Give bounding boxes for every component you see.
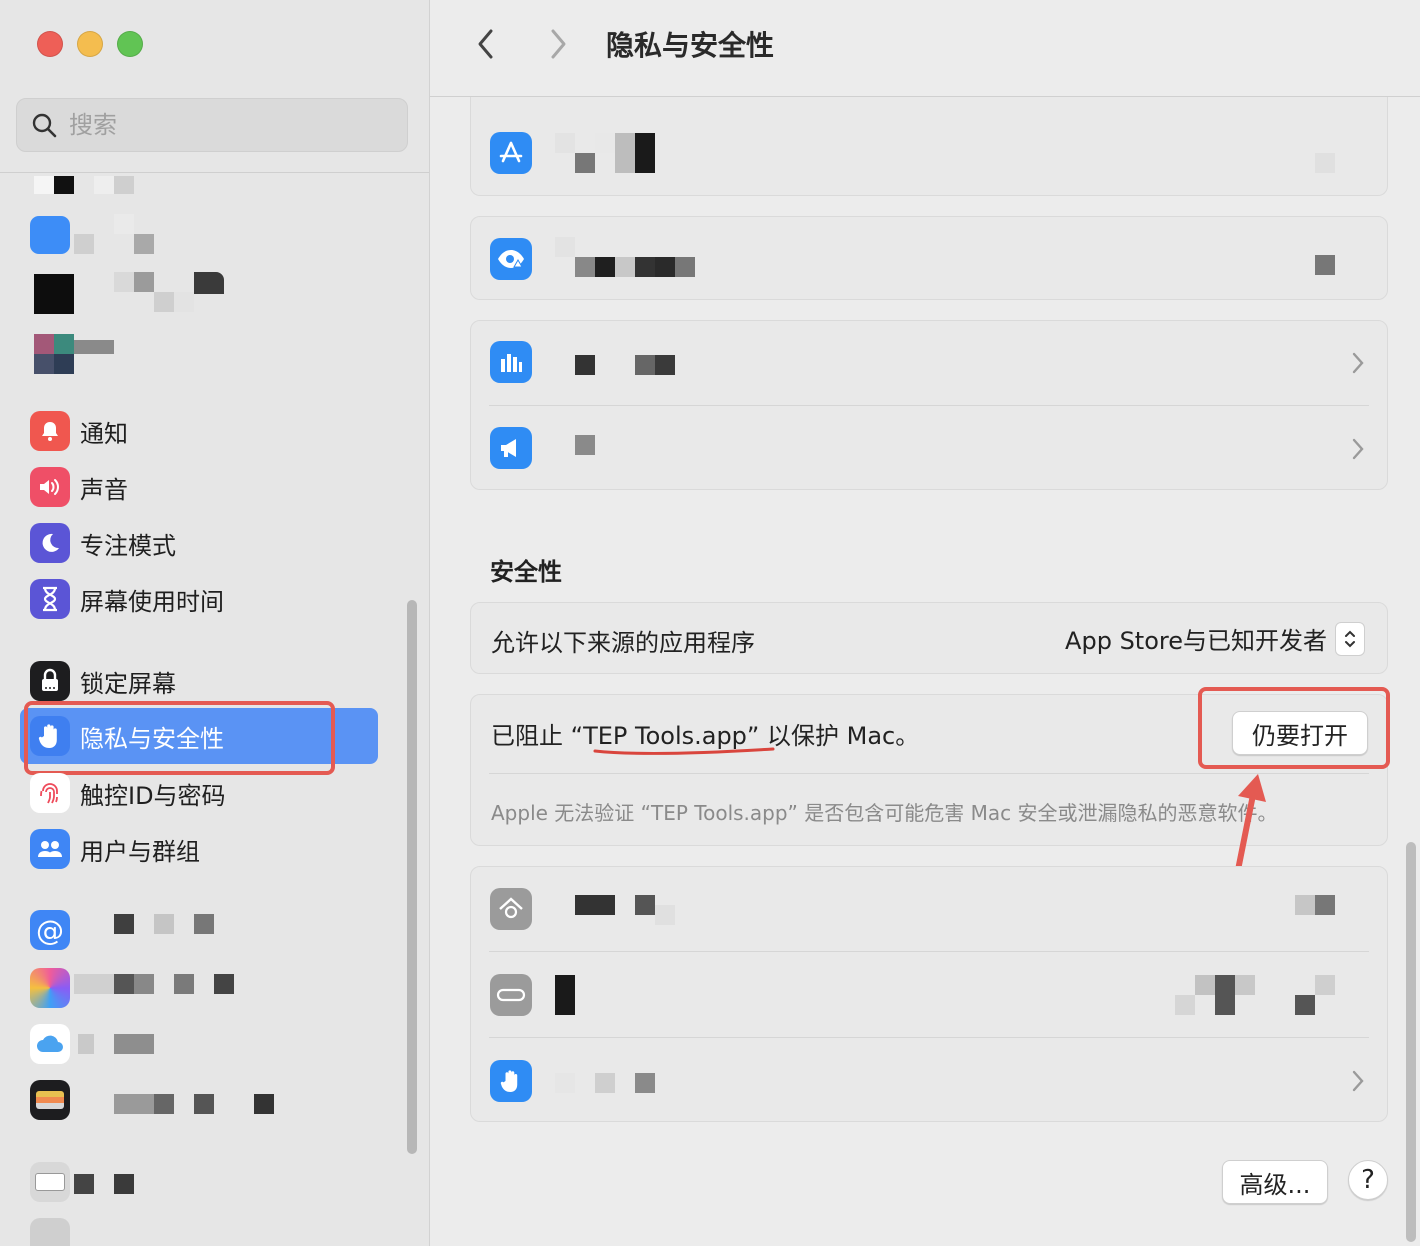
redacted-sidebar-item[interactable]: [30, 214, 160, 254]
row-divider: [489, 1037, 1369, 1038]
speaker-icon: [30, 467, 70, 507]
battery-icon: [490, 974, 532, 1016]
redacted-label: [555, 343, 695, 383]
sidebar-item-label: 隐私与安全性: [80, 724, 224, 753]
moon-icon: [30, 523, 70, 563]
sidebar-item-label: 屏幕使用时间: [80, 587, 224, 616]
sidebar-item-touch-id[interactable]: 触控ID与密码: [30, 771, 226, 815]
zoom-window-button[interactable]: [117, 31, 143, 57]
redacted-sidebar-item[interactable]: [30, 1216, 80, 1246]
redacted-label: [575, 895, 675, 925]
chevron-left-icon: [478, 29, 493, 59]
at-sign-icon: @: [30, 910, 70, 950]
allow-apps-popup[interactable]: App Store与已知开发者: [1065, 621, 1365, 656]
chevron-right-icon: [1352, 1070, 1364, 1092]
underline-annotation: [593, 747, 775, 755]
sidebar-item-privacy-security[interactable]: 隐私与安全性: [20, 708, 378, 764]
sidebar-item-sound[interactable]: 声音: [30, 465, 128, 509]
display-brightness-icon: [30, 216, 70, 254]
sidebar: 通知 声音 专注模式 屏幕使用时间 锁定屏幕 隐私与安全性 触控: [0, 0, 430, 1246]
eye-warning-icon: [490, 238, 532, 280]
redacted-sidebar-item[interactable]: [30, 1022, 170, 1066]
allow-apps-label: 允许以下来源的应用程序: [491, 629, 755, 657]
chevron-right-icon: [551, 29, 566, 59]
main-scrollbar[interactable]: [1406, 842, 1416, 1242]
allow-apps-value: App Store与已知开发者: [1065, 627, 1327, 655]
sidebar-item-label: 用户与群组: [80, 837, 200, 866]
window-controls: [37, 31, 143, 57]
redacted-label: [555, 975, 575, 1015]
fingerprint-icon: [30, 773, 70, 813]
redacted-sidebar-item[interactable]: [30, 1078, 280, 1122]
blocked-prefix: 已阻止 “: [491, 722, 584, 750]
sidebar-item-label: 声音: [80, 475, 128, 504]
redacted-value: [1295, 895, 1335, 915]
back-button[interactable]: [468, 26, 504, 62]
advanced-button[interactable]: 高级...: [1222, 1160, 1328, 1204]
sidebar-item-notifications[interactable]: 通知: [30, 409, 128, 453]
redacted-label: [555, 1063, 655, 1103]
redacted-settings-card: [470, 320, 1388, 490]
redacted-label: [575, 435, 595, 455]
megaphone-icon: [490, 427, 532, 469]
sidebar-item-focus[interactable]: 专注模式: [30, 521, 176, 565]
bar-chart-icon: [490, 341, 532, 383]
minimize-window-button[interactable]: [77, 31, 103, 57]
redacted-sidebar-item[interactable]: [30, 966, 250, 1010]
sidebar-item-screen-time[interactable]: 屏幕使用时间: [30, 577, 224, 621]
hourglass-icon: [30, 579, 70, 619]
redacted-sidebar-item[interactable]: [34, 176, 134, 194]
close-window-button[interactable]: [37, 31, 63, 57]
redacted-sidebar-item[interactable]: [30, 1160, 150, 1204]
redacted-sidebar-item[interactable]: [30, 272, 230, 314]
toolbar: 隐私与安全性: [430, 0, 1420, 97]
allow-apps-card: 允许以下来源的应用程序 App Store与已知开发者: [470, 602, 1388, 674]
bell-icon: [30, 411, 70, 451]
users-icon: [30, 829, 70, 869]
hand-icon: [30, 716, 70, 756]
redacted-sidebar-item[interactable]: [30, 334, 120, 374]
home-gear-icon: [490, 888, 532, 930]
sidebar-scrollbar[interactable]: [407, 600, 417, 1154]
redacted-settings-card: [470, 97, 1388, 196]
redacted-sidebar-item[interactable]: @: [30, 908, 230, 952]
sidebar-item-label: 触控ID与密码: [80, 781, 226, 810]
updown-chevron-icon: [1335, 621, 1365, 656]
redacted-settings-card: [470, 866, 1388, 1122]
help-button[interactable]: ?: [1348, 1160, 1388, 1200]
sidebar-item-label: 专注模式: [80, 531, 176, 560]
redacted-label: [555, 133, 655, 173]
redacted-label: [555, 237, 695, 277]
sidebar-item-label: 锁定屏幕: [80, 669, 176, 698]
section-title-security: 安全性: [490, 558, 562, 586]
redacted-settings-card: [470, 216, 1388, 300]
main-pane: 隐私与安全性 安全性 允许以下来源的应用程序 App Store与已知开发者 已…: [430, 0, 1420, 1246]
search-divider: [0, 172, 429, 173]
hand-icon: [490, 1060, 532, 1102]
redacted-value: [1175, 975, 1335, 1015]
forward-button[interactable]: [540, 26, 576, 62]
lock-icon: [30, 661, 70, 701]
wallet-icon: [30, 1080, 70, 1120]
sidebar-item-users-groups[interactable]: 用户与群组: [30, 827, 200, 871]
redacted-value: [1315, 153, 1335, 173]
redacted-value: [1315, 255, 1335, 275]
search-field[interactable]: [16, 98, 408, 152]
app-store-icon: [490, 132, 532, 174]
blocked-note: Apple 无法验证 “TEP Tools.app” 是否包含可能危害 Mac …: [491, 801, 1278, 825]
chevron-right-icon: [1352, 438, 1364, 460]
open-anyway-button[interactable]: 仍要打开: [1232, 711, 1368, 755]
sidebar-item-lock-screen[interactable]: 锁定屏幕: [30, 659, 176, 703]
row-divider: [489, 405, 1369, 406]
search-input[interactable]: [67, 110, 371, 140]
keyboard-icon: [30, 1162, 70, 1202]
page-title: 隐私与安全性: [606, 29, 775, 62]
chevron-right-icon: [1352, 352, 1364, 374]
sidebar-item-label: 通知: [80, 419, 128, 448]
search-icon: [32, 113, 57, 138]
cloud-icon: [30, 1024, 70, 1064]
row-divider: [489, 951, 1369, 952]
siri-icon: [30, 968, 70, 1008]
